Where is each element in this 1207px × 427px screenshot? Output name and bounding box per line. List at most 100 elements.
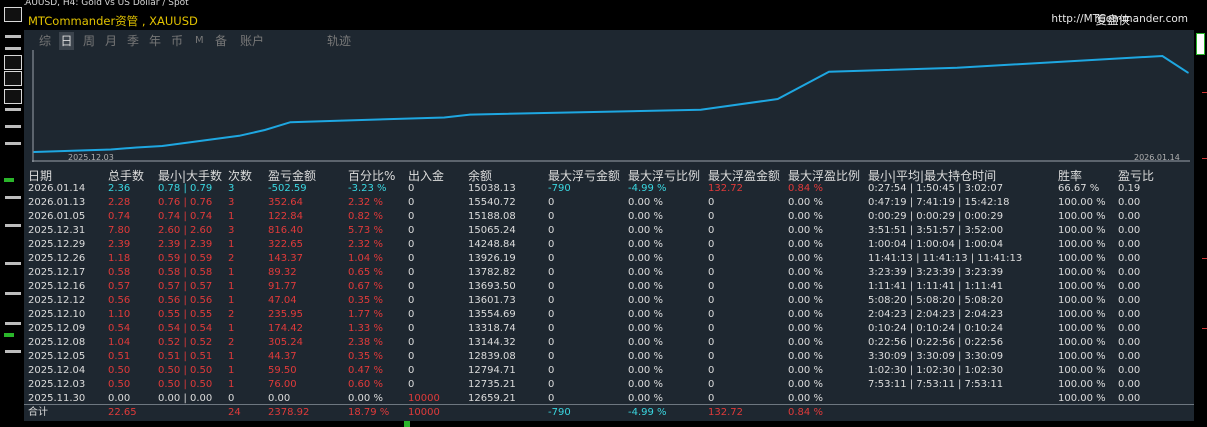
table-row[interactable]: 2025.12.17 0.58 0.58 | 0.58 1 89.32 0.65 % 0 13… bbox=[24, 266, 1194, 280]
indicator-icon bbox=[4, 178, 14, 182]
table-row[interactable]: 2026.01.05 0.74 0.74 | 0.74 1 122.84 0.82 % 0 1… bbox=[24, 210, 1194, 224]
tab-m[interactable]: M bbox=[195, 32, 204, 50]
table-row[interactable]: 2025.12.12 0.56 0.56 | 0.56 1 47.04 0.35 % 0 13… bbox=[24, 294, 1194, 308]
cell-max-floating-loss-pct: -4.99 % bbox=[628, 183, 667, 194]
cell-min-max-lots: 0.50 | 0.50 bbox=[158, 379, 213, 390]
table-row[interactable]: 2025.12.29 2.39 2.39 | 2.39 1 322.65 2.32 % 0 1… bbox=[24, 238, 1194, 252]
cell-hold-time: 3:51:51 | 3:51:57 | 3:52:00 bbox=[868, 225, 1004, 236]
cell-win-rate: 66.67 % bbox=[1058, 183, 1100, 194]
cell-deposit-withdrawal: 0 bbox=[408, 281, 415, 292]
cell-balance: 13318.74 bbox=[468, 323, 516, 334]
cell-max-floating-profit: 0 bbox=[708, 267, 715, 278]
cell-profit-loss-ratio: 0.19 bbox=[1118, 183, 1141, 194]
tab-track[interactable]: 轨迹 bbox=[327, 32, 351, 50]
cell-max-floating-loss: 0 bbox=[548, 225, 555, 236]
cell-win-rate: 100.00 % bbox=[1058, 253, 1106, 264]
cell-deposit-withdrawal: 0 bbox=[408, 211, 415, 222]
price-tick bbox=[1202, 328, 1207, 329]
equity-line bbox=[33, 54, 1189, 153]
cell-max-floating-loss: 0 bbox=[548, 281, 555, 292]
cell-max-floating-loss-pct: 0.00 % bbox=[628, 281, 663, 292]
cell-max-floating-profit: 0 bbox=[708, 295, 715, 306]
tab-week[interactable]: 周 bbox=[83, 32, 95, 50]
table-row[interactable]: 2026.01.13 2.28 0.76 | 0.76 3 352.64 2.32 % 0 1… bbox=[24, 196, 1194, 210]
cell-trade-count: 1 bbox=[228, 239, 235, 250]
cell-min-max-lots: 0.78 | 0.79 bbox=[158, 183, 213, 194]
cell-deposit-withdrawal: 0 bbox=[408, 309, 415, 320]
cell-max-floating-profit-pct: 0.00 % bbox=[788, 239, 823, 250]
cell-max-floating-loss-pct: 0.00 % bbox=[628, 267, 663, 278]
cell-max-floating-loss: 0 bbox=[548, 211, 555, 222]
total-pnl-amount: 2378.92 bbox=[268, 407, 310, 418]
tab-quarter[interactable]: 季 bbox=[127, 32, 139, 50]
cell-pnl-percent: 0.47 % bbox=[348, 365, 383, 376]
cell-pnl-amount: -502.59 bbox=[268, 183, 307, 194]
toolbar-button-icon[interactable] bbox=[4, 55, 22, 70]
tab-currency[interactable]: 币 bbox=[171, 32, 183, 50]
cell-profit-loss-ratio: 0.00 bbox=[1118, 197, 1141, 208]
tab-month[interactable]: 月 bbox=[105, 32, 117, 50]
cell-pnl-amount: 76.00 bbox=[268, 379, 297, 390]
table-row[interactable]: 2025.12.09 0.54 0.54 | 0.54 1 174.42 1.33 % 0 1… bbox=[24, 322, 1194, 336]
cell-trade-count: 2 bbox=[228, 337, 235, 348]
cell-max-floating-loss-pct: 0.00 % bbox=[628, 197, 663, 208]
brand-url[interactable]: http://MTCommander.com bbox=[1051, 13, 1188, 25]
terminal-button-icon[interactable] bbox=[4, 7, 22, 22]
cell-pnl-percent: -3.23 % bbox=[348, 183, 387, 194]
table-row[interactable]: 2025.12.08 1.04 0.52 | 0.52 2 305.24 2.38 % 0 1… bbox=[24, 336, 1194, 350]
cell-win-rate: 100.00 % bbox=[1058, 337, 1106, 348]
equity-point bbox=[443, 116, 446, 119]
cell-win-rate: 100.00 % bbox=[1058, 379, 1106, 390]
tab-account[interactable]: 账户 bbox=[240, 32, 264, 50]
cell-max-floating-profit-pct: 0.00 % bbox=[788, 379, 823, 390]
cell-max-floating-profit-pct: 0.00 % bbox=[788, 281, 823, 292]
cell-pnl-percent: 0.67 % bbox=[348, 281, 383, 292]
cell-max-floating-loss-pct: 0.00 % bbox=[628, 239, 663, 250]
cell-win-rate: 100.00 % bbox=[1058, 281, 1106, 292]
toolbar-strip bbox=[5, 322, 21, 325]
cell-trade-count: 1 bbox=[228, 281, 235, 292]
cell-balance: 14248.84 bbox=[468, 239, 516, 250]
cell-pnl-amount: 235.95 bbox=[268, 309, 303, 320]
tab-backup[interactable]: 备 bbox=[215, 32, 227, 50]
cell-date: 2025.12.05 bbox=[28, 351, 86, 362]
cell-max-floating-loss-pct: 0.00 % bbox=[628, 337, 663, 348]
cell-date: 2026.01.05 bbox=[28, 211, 86, 222]
table-row[interactable]: 2025.12.04 0.50 0.50 | 0.50 1 59.50 0.47 % 0 12… bbox=[24, 364, 1194, 378]
cell-date: 2025.12.26 bbox=[28, 253, 86, 264]
table-row[interactable]: 2025.12.16 0.57 0.57 | 0.57 1 91.77 0.67 % 0 13… bbox=[24, 280, 1194, 294]
table-row[interactable]: 2026.01.14 2.36 0.78 | 0.79 3 -502.59 -3.23 %… bbox=[24, 182, 1194, 196]
toolbar-button-icon[interactable] bbox=[4, 71, 22, 86]
cell-date: 2025.12.04 bbox=[28, 365, 86, 376]
cell-max-floating-profit: 0 bbox=[708, 211, 715, 222]
table-row[interactable]: 2025.12.03 0.50 0.50 | 0.50 1 76.00 0.60 % 0 12… bbox=[24, 378, 1194, 392]
toolbar-strip bbox=[5, 142, 21, 145]
chart-end-date: 2026.01.14 bbox=[1134, 153, 1180, 162]
cell-hold-time: 0:47:19 | 7:41:19 | 15:42:18 bbox=[868, 197, 1010, 208]
cell-profit-loss-ratio: 0.00 bbox=[1118, 337, 1141, 348]
tab-summary[interactable]: 综 bbox=[39, 32, 51, 50]
panel-title: MTCommander资管 , XAUUSD bbox=[28, 14, 198, 28]
total-max-floating-profit-pct: 0.84 % bbox=[788, 407, 823, 418]
cell-balance: 12839.08 bbox=[468, 351, 516, 362]
equity-point bbox=[238, 135, 240, 137]
tab-year[interactable]: 年 bbox=[149, 32, 161, 50]
table-row[interactable]: 2025.12.31 7.80 2.60 | 2.60 3 816.40 5.73 % 0 1… bbox=[24, 224, 1194, 238]
cell-pnl-percent: 5.73 % bbox=[348, 225, 383, 236]
cell-hold-time: 0:00:29 | 0:00:29 | 0:00:29 bbox=[868, 211, 1004, 222]
cell-total-lots: 0.51 bbox=[108, 351, 131, 362]
cell-min-max-lots: 0.56 | 0.56 bbox=[158, 295, 213, 306]
table-row[interactable]: 2025.12.26 1.18 0.59 | 0.59 2 143.37 1.04 % 0 1… bbox=[24, 252, 1194, 266]
cell-pnl-amount: 89.32 bbox=[268, 267, 297, 278]
cell-max-floating-loss: 0 bbox=[548, 267, 555, 278]
table-row[interactable]: 2025.12.05 0.51 0.51 | 0.51 1 44.37 0.35 % 0 12… bbox=[24, 350, 1194, 364]
cell-max-floating-profit: 0 bbox=[708, 379, 715, 390]
table-row[interactable]: 2025.12.10 1.10 0.55 | 0.55 2 235.95 1.77 % 0 1… bbox=[24, 308, 1194, 322]
cell-balance: 12735.21 bbox=[468, 379, 516, 390]
cell-total-lots: 0.50 bbox=[108, 365, 131, 376]
tab-day[interactable]: 日 bbox=[59, 32, 74, 50]
equity-curve-chart bbox=[32, 50, 1190, 162]
equity-point bbox=[1161, 55, 1164, 57]
toolbar-button-icon[interactable] bbox=[4, 89, 22, 104]
toolbar-strip bbox=[5, 35, 21, 38]
